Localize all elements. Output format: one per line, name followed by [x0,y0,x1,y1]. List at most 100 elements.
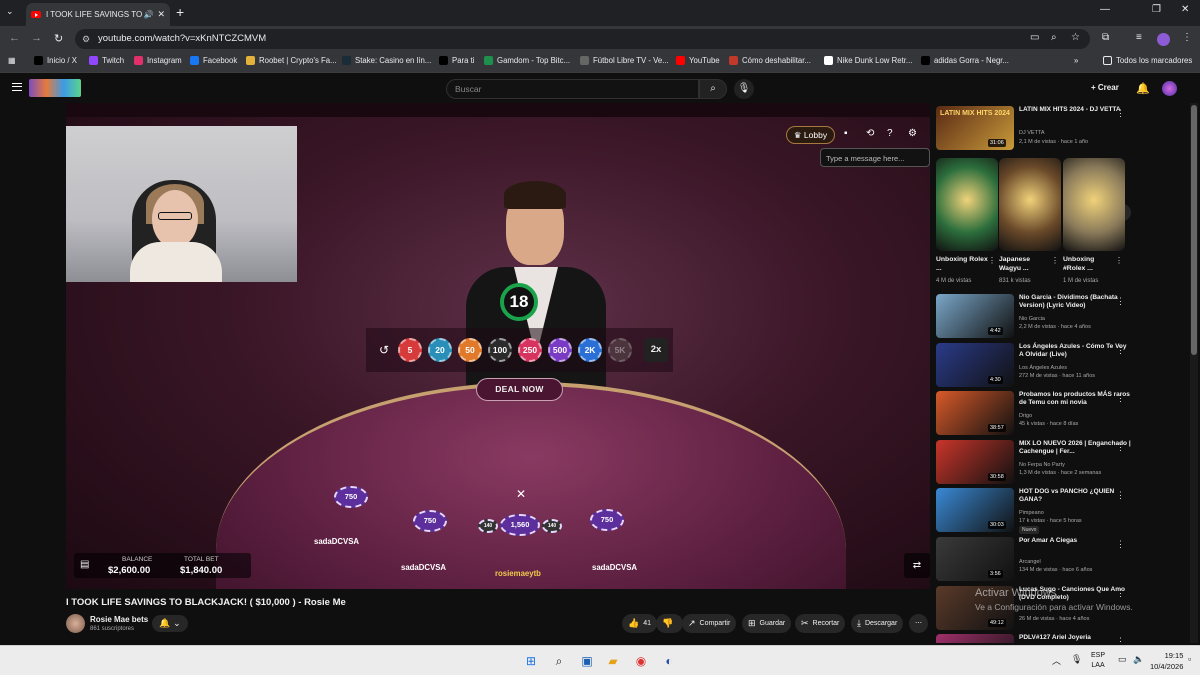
bet-chip[interactable]: 50 [458,338,482,362]
clip-button[interactable]: ✂ Recortar [795,614,846,633]
tray-overflow-icon[interactable]: ︿ [1052,654,1061,667]
short-thumbnail[interactable] [999,158,1061,251]
bookmark-item[interactable]: Stake: Casino en lín... [342,56,431,65]
short-thumbnail[interactable] [936,158,998,251]
short-title[interactable]: Unboxing #Rolex ... [1063,255,1115,273]
menu-icon[interactable]: ⋮ [1182,32,1192,43]
more-options-icon[interactable]: ⋮ [1116,490,1125,501]
url-field[interactable]: ⚙ youtube.com/watch?v=xKnNTCZCMVM [75,29,1090,49]
bookmark-item[interactable]: Fútbol Libre TV - Ve... [580,56,669,65]
subscribed-bell-button[interactable]: 🔔 ⌄ [152,615,188,632]
dislike-button[interactable]: 👎 [656,614,684,633]
close-icon[interactable]: ✕ [516,487,526,501]
short-title[interactable]: Japanese Wagyu ... [999,255,1051,273]
help-icon[interactable]: ? [887,128,893,139]
channel-name[interactable]: Rosie Mae bets [90,615,148,624]
more-options-icon[interactable]: ⋮ [1116,539,1125,550]
share-button[interactable]: ↗ Compartir [682,614,737,633]
short-title[interactable]: Unboxing Rolex ... [936,255,988,273]
more-options-icon[interactable]: ⋮ [1116,393,1125,404]
history-icon[interactable]: ⟲ [866,128,874,139]
windows-start-icon[interactable]: ⊞ [522,652,540,670]
reload-icon[interactable]: ↻ [54,32,63,45]
scrollbar-thumb[interactable] [1191,105,1197,355]
bookmark-item[interactable]: Instagram [134,56,182,65]
chat-icon[interactable]: ▪ [844,128,848,139]
network-icon[interactable]: ▭ [1118,654,1127,665]
more-options-icon[interactable]: ⋮ [1116,442,1125,453]
bookmark-item[interactable]: Facebook [190,56,237,65]
media-icon[interactable]: ≡ [1136,32,1142,43]
cast-icon[interactable]: ▭ [1030,32,1039,43]
table-chip[interactable]: 750 [590,509,624,531]
mic-tray-icon[interactable]: 🎙 [1071,654,1082,665]
sidebar-scrollbar[interactable] [1190,103,1198,643]
related-video[interactable]: 3:56 Por Amar A Ciegas Arcangel 134 M de vi… [936,537,1186,583]
more-options-icon[interactable]: ⋮ [988,256,996,265]
speaker-icon[interactable]: 🔊 [143,10,153,19]
video-player[interactable]: ♛ Lobby ▪ ⟲ ? ⚙ Type a message here... 1… [66,103,930,589]
more-options-icon[interactable]: ⋮ [1116,588,1125,599]
table-chip[interactable]: 750 [334,486,368,508]
like-button[interactable]: 👍 41 [622,614,658,633]
profile-avatar[interactable] [1157,33,1170,46]
related-video[interactable]: 4:30 Los Ángeles Azules - Cómo Te Voy A O… [936,342,1186,389]
bookmarks-overflow-icon[interactable]: » [1074,56,1078,65]
settings-icon[interactable]: ⚙ [908,128,917,139]
app-icon[interactable]: ◐ [660,652,678,670]
bookmark-item[interactable]: Inicio / X [34,56,77,65]
bet-chip[interactable]: 250 [518,338,542,362]
mic-icon[interactable]: 🎙 [734,79,754,99]
video-thumbnail[interactable] [936,634,1014,643]
hamburger-menu-icon[interactable] [12,83,22,91]
bookmark-item[interactable]: Twitch [89,56,124,65]
close-window-icon[interactable]: ✕ [1181,4,1189,15]
undo-icon[interactable]: ↺ [374,343,394,357]
volume-icon[interactable]: 🔈 [1133,654,1144,665]
related-video[interactable]: LATIN MIX HITS 2024 31:06 LATIN MIX HITS… [936,106,1186,156]
youtube-doodle-logo[interactable] [29,79,81,97]
bookmark-item[interactable]: Nike Dunk Low Retr... [824,56,912,65]
chrome-icon[interactable]: ◉ [632,652,650,670]
tab-search-icon[interactable]: ⌄ [6,6,14,17]
extensions-icon[interactable]: ⧉ [1102,32,1109,43]
chat-message-input[interactable]: Type a message here... [820,148,930,167]
related-video[interactable]: 30:58 MIX LO NUEVO 2026 | Enganchado | Ca… [936,439,1186,486]
apps-icon[interactable]: ▦ [8,56,15,65]
notification-icon[interactable]: ▫ [1188,654,1191,664]
more-options-icon[interactable]: ⋮ [1115,256,1123,265]
bookmark-item[interactable]: YouTube [676,56,720,65]
search-icon[interactable]: ⌕ [699,79,727,99]
deal-now-button[interactable]: DEAL NOW [476,378,563,401]
create-button[interactable]: + Crear [1091,83,1119,92]
bet-chip[interactable]: 2K [578,338,602,362]
language-indicator[interactable]: ESP LAA [1091,651,1105,671]
related-video[interactable]: PDLV#127 Ariel Joyeria ⋮ [936,634,1186,643]
zoom-icon[interactable]: ⌕ [1051,32,1057,43]
bookmark-item[interactable]: Cómo deshabilitar... [729,56,811,65]
site-info-icon[interactable]: ⚙ [82,29,90,49]
file-explorer-icon[interactable]: ▰ [604,652,622,670]
bookmark-item[interactable]: Gamdom - Top Bitc... [484,56,570,65]
close-tab-icon[interactable]: ✕ [157,9,165,20]
more-options-icon[interactable]: ⋮ [1116,636,1125,643]
double-bet-button[interactable]: 2x [644,338,668,362]
related-video[interactable]: 4:42 Nio Garcia - Dividimos (Bachata Vers… [936,294,1186,340]
back-icon[interactable]: ← [9,32,20,44]
task-view-icon[interactable]: ▣ [578,652,596,670]
short-thumbnail[interactable] [1063,158,1125,251]
bookmark-item[interactable]: adidas Gorra - Negr... [921,56,1009,65]
switch-view-icon[interactable]: ⇄ [904,553,930,578]
bet-chip[interactable]: 5K [608,338,632,362]
all-bookmarks-button[interactable]: Todos los marcadores [1103,56,1192,65]
forward-icon[interactable]: → [31,32,42,44]
bet-chip[interactable]: 100 [488,338,512,362]
tab-youtube[interactable]: I TOOK LIFE SAVINGS TO BL 🔊 ✕ [26,3,170,26]
maximize-icon[interactable]: ❐ [1152,4,1161,15]
bet-chip[interactable]: 5 [398,338,422,362]
more-options-icon[interactable]: ⋮ [1116,345,1125,356]
bookmark-star-icon[interactable]: ☆ [1071,32,1080,43]
related-video[interactable]: 30:03 HOT DOG vs PANCHO ¿QUIEN GANA? Pimpe… [936,488,1186,535]
minimize-icon[interactable]: — [1100,4,1110,15]
lobby-button[interactable]: ♛ Lobby [786,126,835,144]
